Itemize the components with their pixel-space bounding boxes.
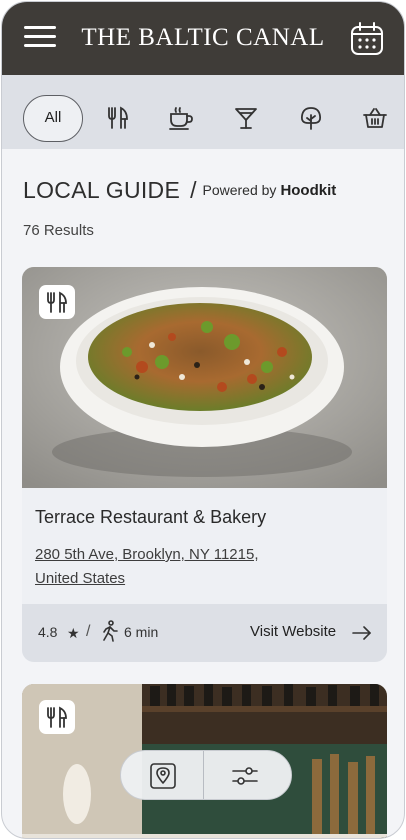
food-bowl-photo — [22, 267, 387, 488]
basket-icon[interactable] — [362, 105, 388, 131]
guide-title-row: LOCAL GUIDE / Powered by Hoodkit — [23, 177, 336, 204]
toolbar-divider — [203, 751, 204, 799]
calendar-icon[interactable] — [350, 22, 384, 56]
arrow-right-icon[interactable] — [352, 625, 372, 641]
place-card[interactable]: Terrace Restaurant & Bakery 280 5th Ave,… — [22, 267, 387, 662]
fork-knife-icon — [39, 700, 75, 734]
category-filter-bar: All — [2, 75, 404, 149]
footer-separator: / — [86, 623, 91, 640]
walking-person-icon — [103, 620, 118, 642]
page-title: LOCAL GUIDE — [23, 177, 181, 203]
results-count: 76 Results — [23, 222, 94, 239]
place-name[interactable]: Terrace Restaurant & Bakery — [35, 507, 266, 528]
cocktail-icon[interactable] — [233, 105, 259, 131]
star-icon: ★ — [67, 625, 80, 641]
provider-logo-text[interactable]: Hoodkit — [280, 182, 336, 199]
brand-title: THE BALTIC CANAL — [81, 24, 325, 51]
tree-icon[interactable] — [298, 105, 324, 131]
walk-time: 6 min — [124, 624, 159, 640]
fork-knife-icon — [39, 285, 75, 319]
hamburger-menu-icon[interactable] — [24, 26, 56, 50]
coffee-cup-icon[interactable] — [168, 105, 194, 131]
category-all-button[interactable]: All — [23, 95, 83, 142]
map-pin-icon[interactable] — [149, 762, 177, 790]
place-address-link[interactable]: 280 5th Ave, Brooklyn, NY 11215, United … — [35, 543, 295, 591]
card-footer: 4.8 ★ / 6 min Visit Website — [22, 604, 387, 662]
visit-website-link[interactable]: Visit Website — [250, 623, 336, 640]
title-separator: / — [190, 177, 197, 203]
powered-by-label: Powered by — [202, 182, 277, 198]
rating-value: 4.8 — [38, 624, 58, 640]
sliders-filter-icon[interactable] — [231, 763, 259, 789]
app-header: THE BALTIC CANAL — [2, 2, 404, 75]
fork-knife-icon[interactable] — [106, 105, 132, 131]
phone-frame: THE BALTIC CANAL All LOCAL GUIDE / Power… — [1, 1, 405, 839]
map-filter-toolbar — [120, 750, 292, 800]
